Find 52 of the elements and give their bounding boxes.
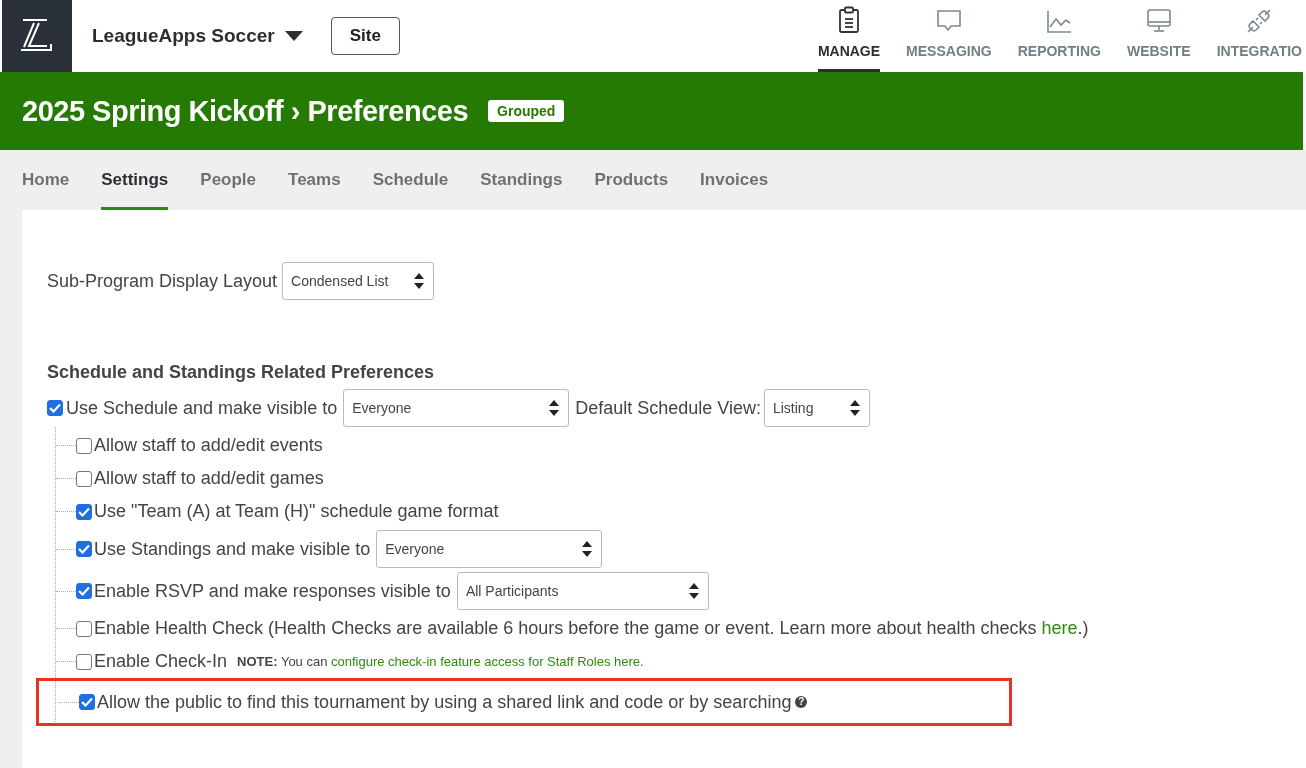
section-heading: Schedule and Standings Related Preferences bbox=[47, 362, 436, 383]
page-title: 2025 Spring Kickoff › Preferences bbox=[22, 94, 469, 128]
org-name: LeagueApps Soccer bbox=[92, 25, 275, 47]
configure-link[interactable]: configure check-in feature access for Staff Roles here. bbox=[331, 654, 644, 669]
nav-tab[interactable]: Home bbox=[22, 150, 70, 210]
option-label: Allow staff to add/edit events bbox=[94, 435, 323, 456]
dropdown-select[interactable]: Everyone bbox=[376, 530, 603, 568]
nav-tab[interactable]: MESSAGING bbox=[906, 0, 992, 72]
field-label: Sub-Program Display Layout bbox=[47, 270, 278, 292]
up-down-caret-icon bbox=[413, 272, 426, 290]
nav-tab[interactable]: REPORTING bbox=[1017, 0, 1101, 72]
option-label: Enable Health Check (Health Checks are available 6 hours before the game or event. Learn more about health checks here.) bbox=[94, 618, 1089, 639]
checkbox[interactable] bbox=[76, 583, 92, 599]
checkbox[interactable] bbox=[76, 541, 92, 557]
caret-icon[interactable] bbox=[284, 31, 303, 41]
up-down-caret-icon bbox=[848, 399, 861, 417]
option-label: Use Standings and make visible to bbox=[94, 538, 371, 560]
checkbox[interactable] bbox=[76, 620, 92, 637]
nav-tab[interactable]: Invoices bbox=[700, 150, 769, 210]
up-down-caret-icon bbox=[581, 540, 594, 558]
checkbox[interactable] bbox=[76, 470, 92, 487]
note-text: NOTE: You can configure check-in feature access for Staff Roles here. bbox=[237, 654, 644, 669]
checkbox[interactable] bbox=[79, 694, 95, 710]
dropdown-select[interactable]: Listing bbox=[763, 389, 870, 427]
option-label: Enable RSVP and make responses visible to bbox=[94, 580, 451, 602]
grouped-badge: Grouped bbox=[488, 100, 565, 122]
up-down-caret-icon bbox=[548, 399, 561, 417]
up-down-caret-icon bbox=[687, 582, 700, 600]
checkbox[interactable] bbox=[76, 503, 92, 520]
dropdown-select[interactable]: Everyone bbox=[343, 389, 570, 427]
logo-icon[interactable] bbox=[2, 0, 72, 72]
nav-tab[interactable]: WEBSITE bbox=[1126, 0, 1191, 72]
dropdown-select[interactable]: All Participants bbox=[456, 572, 709, 610]
option-label: Allow staff to add/edit games bbox=[94, 468, 324, 489]
nav-tab[interactable]: INTEGRATIO bbox=[1216, 0, 1302, 72]
site-button[interactable]: Site bbox=[330, 17, 400, 55]
option-label: Use "Team (A) at Team (H)" schedule game format bbox=[94, 501, 499, 522]
nav-tab[interactable]: Products bbox=[594, 150, 669, 210]
nav-tab[interactable]: Standings bbox=[480, 150, 563, 210]
checkbox[interactable] bbox=[47, 400, 63, 416]
checkbox[interactable] bbox=[76, 437, 92, 454]
nav-tab[interactable]: Teams bbox=[288, 150, 341, 210]
help-icon[interactable]: ? bbox=[795, 696, 808, 708]
checkbox[interactable] bbox=[76, 653, 92, 670]
nav-tab[interactable]: Schedule bbox=[372, 150, 449, 210]
option-label: Allow the public to find this tournament by using a shared link and code or by searching bbox=[97, 691, 792, 713]
dropdown-select[interactable]: Condensed List bbox=[282, 262, 435, 300]
here-link[interactable]: here bbox=[1041, 618, 1078, 638]
option-label: Enable Check-In bbox=[94, 651, 228, 672]
field-label: Default Schedule View: bbox=[575, 397, 761, 419]
nav-tab[interactable]: People bbox=[200, 150, 257, 210]
option-label: Use Schedule and make visible to bbox=[66, 397, 338, 419]
